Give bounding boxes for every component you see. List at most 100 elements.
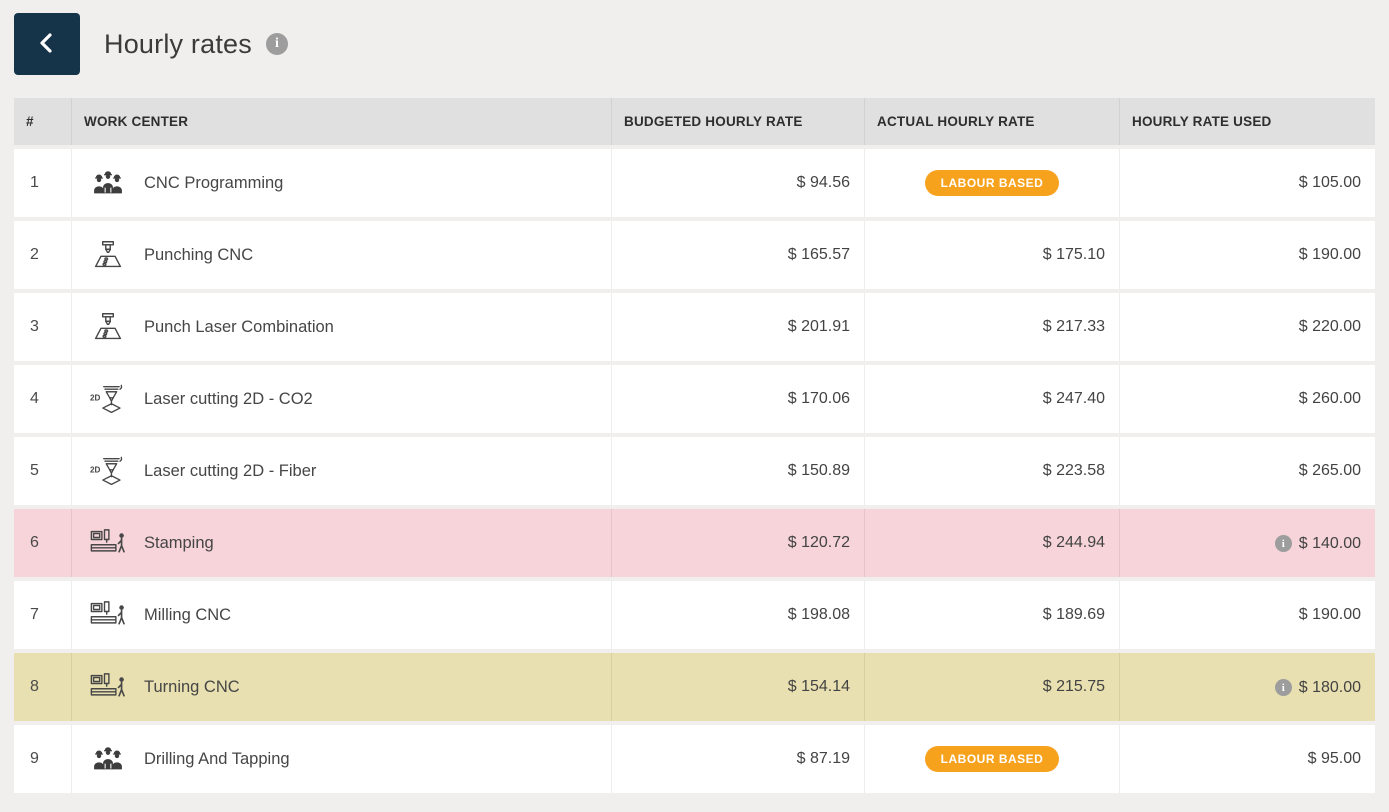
labour-based-badge: LABOUR BASED — [925, 170, 1060, 196]
actual-rate-cell: $ 223.58 — [865, 437, 1120, 505]
rate-used-cell: $ 105.00 — [1120, 149, 1375, 217]
col-header-actual-rate: ACTUAL HOURLY RATE — [865, 98, 1120, 145]
actual-rate-value: $ 244.94 — [1043, 534, 1105, 551]
page-header: Hourly rates i — [14, 12, 1375, 76]
page-title: Hourly rates — [104, 29, 252, 60]
info-icon[interactable]: i — [266, 33, 288, 55]
work-center-label: CNC Programming — [144, 174, 283, 193]
col-header-index: # — [14, 98, 72, 145]
actual-rate-cell: LABOUR BASED — [865, 725, 1120, 793]
work-center-cell: CNC Programming — [72, 149, 612, 217]
chevron-left-icon — [36, 31, 58, 58]
rates-table-body: 1 CNC Programming $ 94.56 LABOUR BASED $… — [14, 149, 1375, 793]
row-index: 5 — [14, 437, 72, 505]
budgeted-rate-value: $ 94.56 — [797, 174, 850, 191]
rate-used-cell: i $ 140.00 — [1120, 509, 1375, 577]
rate-used-cell: $ 95.00 — [1120, 725, 1375, 793]
rate-used-value: $ 265.00 — [1299, 462, 1361, 480]
table-row[interactable]: 1 CNC Programming $ 94.56 LABOUR BASED $… — [14, 149, 1375, 217]
table-row[interactable]: 9 Drilling And Tapping $ 87.19 LABOUR BA… — [14, 725, 1375, 793]
table-row[interactable]: 7 Milling CNC $ 198.08 $ 189.69 $ 190.00 — [14, 581, 1375, 649]
work-center-cell: Punching CNC — [72, 221, 612, 289]
row-index: 6 — [14, 509, 72, 577]
punch-press-icon — [88, 240, 128, 270]
actual-rate-cell: $ 189.69 — [865, 581, 1120, 649]
svg-text:2D: 2D — [90, 393, 101, 402]
workers-team-icon — [88, 170, 128, 197]
budgeted-rate-value: $ 87.19 — [797, 750, 850, 767]
budgeted-rate-value: $ 198.08 — [788, 606, 850, 623]
budgeted-rate-cell: $ 170.06 — [612, 365, 865, 433]
work-center-label: Laser cutting 2D - CO2 — [144, 390, 313, 409]
rate-used-cell: $ 220.00 — [1120, 293, 1375, 361]
row-index: 4 — [14, 365, 72, 433]
back-button[interactable] — [14, 13, 80, 75]
work-center-cell: Milling CNC — [72, 581, 612, 649]
labour-based-badge: LABOUR BASED — [925, 746, 1060, 772]
cnc-machine-icon — [88, 673, 128, 701]
punch-press-icon — [88, 312, 128, 342]
col-header-budgeted-rate: BUDGETED HOURLY RATE — [612, 98, 865, 145]
rate-used-value: $ 190.00 — [1299, 246, 1361, 264]
table-row[interactable]: 5 2D Laser cutting 2D - Fiber $ 150.89 $… — [14, 437, 1375, 505]
work-center-label: Stamping — [144, 534, 214, 553]
budgeted-rate-cell: $ 201.91 — [612, 293, 865, 361]
actual-rate-cell: LABOUR BASED — [865, 149, 1120, 217]
rate-used-cell: $ 190.00 — [1120, 581, 1375, 649]
table-row[interactable]: 3 Punch Laser Combination $ 201.91 $ 217… — [14, 293, 1375, 361]
actual-rate-value: $ 247.40 — [1043, 390, 1105, 407]
rate-info-icon[interactable]: i — [1275, 679, 1292, 696]
actual-rate-value: $ 223.58 — [1043, 462, 1105, 479]
work-center-cell: Turning CNC — [72, 653, 612, 721]
hourly-rates-page: Hourly rates i # WORK CENTER BUDGETED HO… — [0, 0, 1389, 812]
laser-cutting-2d-icon: 2D — [88, 384, 128, 415]
actual-rate-cell: $ 244.94 — [865, 509, 1120, 577]
row-index: 7 — [14, 581, 72, 649]
table-row[interactable]: 4 2D Laser cutting 2D - CO2 $ 170.06 $ 2… — [14, 365, 1375, 433]
table-header: # WORK CENTER BUDGETED HOURLY RATE ACTUA… — [14, 98, 1375, 145]
row-index: 3 — [14, 293, 72, 361]
row-index: 1 — [14, 149, 72, 217]
rate-used-cell: i $ 180.00 — [1120, 653, 1375, 721]
actual-rate-cell: $ 215.75 — [865, 653, 1120, 721]
work-center-label: Punching CNC — [144, 246, 253, 265]
rate-used-value: $ 180.00 — [1299, 679, 1361, 697]
rate-used-value: $ 260.00 — [1299, 390, 1361, 408]
actual-rate-cell: $ 175.10 — [865, 221, 1120, 289]
budgeted-rate-cell: $ 150.89 — [612, 437, 865, 505]
rate-used-cell: $ 260.00 — [1120, 365, 1375, 433]
work-center-cell: Punch Laser Combination — [72, 293, 612, 361]
budgeted-rate-cell: $ 87.19 — [612, 725, 865, 793]
work-center-label: Drilling And Tapping — [144, 750, 290, 769]
work-center-label: Milling CNC — [144, 606, 231, 625]
work-center-cell: Stamping — [72, 509, 612, 577]
actual-rate-value: $ 215.75 — [1043, 678, 1105, 695]
workers-team-icon — [88, 746, 128, 773]
rate-used-cell: $ 265.00 — [1120, 437, 1375, 505]
actual-rate-value: $ 175.10 — [1043, 246, 1105, 263]
budgeted-rate-value: $ 154.14 — [788, 678, 850, 695]
work-center-label: Turning CNC — [144, 678, 240, 697]
budgeted-rate-value: $ 170.06 — [788, 390, 850, 407]
table-row[interactable]: 6 Stamping $ 120.72 $ 244.94 i $ 140.00 — [14, 509, 1375, 577]
budgeted-rate-cell: $ 154.14 — [612, 653, 865, 721]
rate-used-value: $ 105.00 — [1299, 174, 1361, 192]
budgeted-rate-value: $ 165.57 — [788, 246, 850, 263]
actual-rate-cell: $ 217.33 — [865, 293, 1120, 361]
work-center-label: Laser cutting 2D - Fiber — [144, 462, 316, 481]
col-header-work-center: WORK CENTER — [72, 98, 612, 145]
budgeted-rate-value: $ 201.91 — [788, 318, 850, 335]
budgeted-rate-cell: $ 165.57 — [612, 221, 865, 289]
budgeted-rate-value: $ 150.89 — [788, 462, 850, 479]
col-header-rate-used: HOURLY RATE USED — [1120, 98, 1375, 145]
table-row[interactable]: 2 Punching CNC $ 165.57 $ 175.10 $ 190.0… — [14, 221, 1375, 289]
budgeted-rate-value: $ 120.72 — [788, 534, 850, 551]
budgeted-rate-cell: $ 94.56 — [612, 149, 865, 217]
budgeted-rate-cell: $ 120.72 — [612, 509, 865, 577]
table-row[interactable]: 8 Turning CNC $ 154.14 $ 215.75 i $ 180.… — [14, 653, 1375, 721]
svg-text:2D: 2D — [90, 465, 101, 474]
rate-info-icon[interactable]: i — [1275, 535, 1292, 552]
rate-used-value: $ 190.00 — [1299, 606, 1361, 624]
budgeted-rate-cell: $ 198.08 — [612, 581, 865, 649]
cnc-machine-icon — [88, 601, 128, 629]
